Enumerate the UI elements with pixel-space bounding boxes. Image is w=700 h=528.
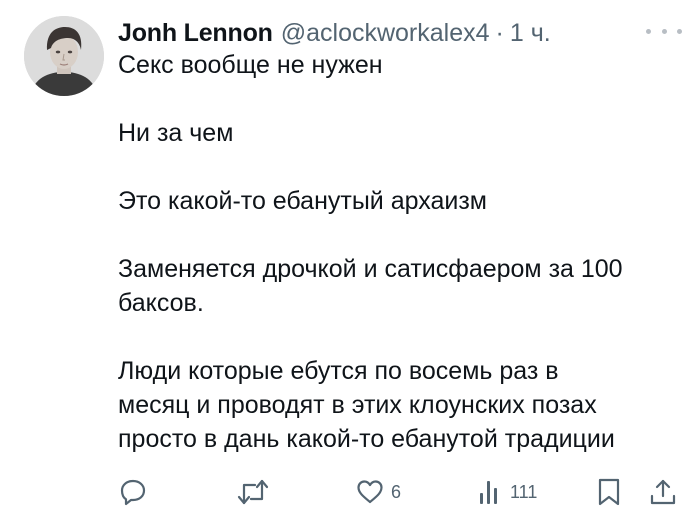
tweet-paragraph: Заменяется дрочкой и сатисфаером за 100 … (118, 255, 623, 317)
more-options-icon[interactable] (646, 24, 682, 38)
avatar[interactable] (24, 16, 104, 96)
author-handle[interactable]: @aclockworkalex4 (281, 18, 490, 48)
tweet-timestamp[interactable]: 1 ч. (510, 18, 551, 48)
tweet-header: Jonh Lennon @aclockworkalex4 · 1 ч. (118, 18, 551, 48)
retweet-icon (236, 477, 270, 507)
reply-icon (118, 477, 148, 507)
reply-button[interactable] (118, 470, 148, 514)
tweet-paragraph: Это какой-то ебанутый архаизм (118, 187, 487, 215)
tweet-action-bar: 6 111 (0, 470, 700, 514)
tweet-paragraph: Ни за чем (118, 119, 234, 147)
bookmark-button[interactable] (596, 470, 622, 514)
tweet-paragraph: Люди которые ебутся по восемь раз в меся… (118, 357, 615, 453)
tweet: Jonh Lennon @aclockworkalex4 · 1 ч. Секс… (0, 0, 700, 528)
like-button[interactable]: 6 (355, 470, 401, 514)
tweet-paragraph: Секс вообще не нужен (118, 51, 383, 79)
share-button[interactable] (648, 470, 678, 514)
share-icon (648, 477, 678, 507)
views-count: 111 (510, 481, 538, 502)
bookmark-icon (596, 477, 622, 507)
tweet-text: Секс вообще не нужен Ни за чем Это какой… (118, 48, 688, 456)
like-count: 6 (391, 481, 402, 502)
views-chart-icon (478, 477, 504, 507)
author-display-name[interactable]: Jonh Lennon (118, 18, 273, 48)
views-button[interactable]: 111 (478, 470, 537, 514)
retweet-button[interactable] (236, 470, 270, 514)
heart-icon (355, 477, 385, 507)
header-separator: · (495, 19, 504, 47)
